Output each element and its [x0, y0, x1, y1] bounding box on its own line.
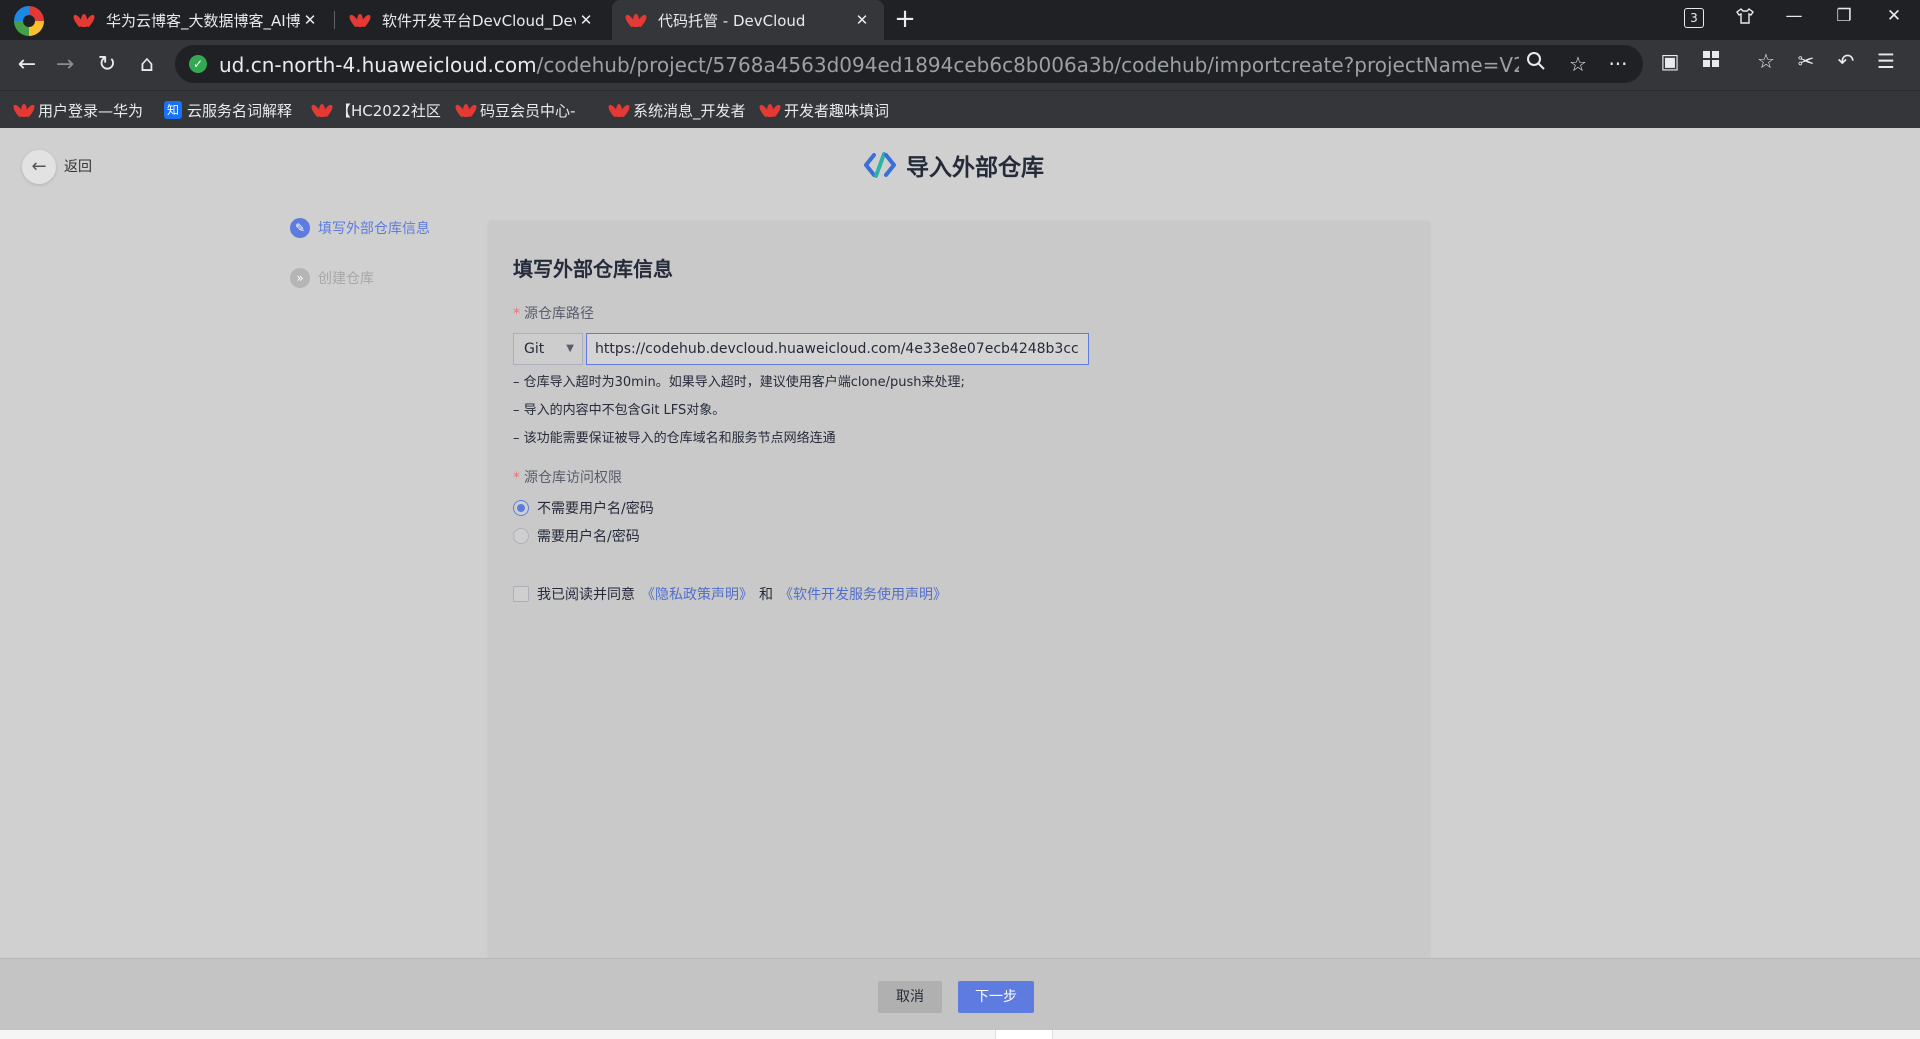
agree-and-text: 和	[759, 587, 773, 603]
action-footer: 取消 下一步	[0, 958, 1920, 1030]
bookmark-label: 用户登录—华为	[38, 101, 144, 120]
star-bookmark-icon[interactable]: ☆	[1565, 51, 1591, 77]
agree-text: 我已阅读并同意	[537, 587, 635, 603]
status-divider	[995, 1030, 1053, 1039]
address-bar: ← → ↻ ⌂ ✓ ud.cn-north-4.huaweicloud.com/…	[0, 40, 1920, 90]
reading-mode-icon[interactable]: ▣	[1656, 47, 1684, 75]
home-icon[interactable]: ⌂	[130, 48, 164, 82]
radio-label: 需要用户名/密码	[537, 529, 640, 545]
radio-need-credentials[interactable]: 需要用户名/密码	[513, 526, 640, 546]
tab-title: 软件开发平台DevCloud_Dev	[382, 11, 576, 30]
hint-lfs: – 导入的内容中不包含Git LFS对象。	[513, 403, 726, 418]
bookmark-label: 系统消息_开发者	[633, 101, 746, 120]
bookmark-label: 【HC2022社区	[336, 101, 441, 120]
bookmark-label: 码豆会员中心-	[480, 101, 576, 120]
step-fill-info[interactable]: ✎ 填写外部仓库信息	[290, 218, 430, 238]
browser-tab-bar: 华为云博客_大数据博客_AI博 ✕ 软件开发平台DevCloud_Dev ✕ 代…	[0, 0, 1920, 40]
next-step-button[interactable]: 下一步	[958, 981, 1034, 1013]
agree-checkbox[interactable]	[513, 586, 529, 602]
huawei-logo-icon	[623, 12, 649, 28]
bookmark-item[interactable]: 系统消息_开发者	[606, 99, 746, 121]
tab-title: 华为云博客_大数据博客_AI博	[106, 11, 300, 30]
page-title: 导入外部仓库	[906, 155, 1044, 181]
bookmark-item[interactable]: 用户登录—华为	[11, 99, 144, 121]
url-text[interactable]: ud.cn-north-4.huaweicloud.com/codehub/pr…	[219, 53, 1519, 77]
vcs-type-select[interactable]: Git ▼	[513, 333, 583, 365]
back-label[interactable]: 返回	[64, 156, 92, 176]
scissors-icon[interactable]: ✂	[1792, 47, 1820, 75]
tab-title: 代码托管 - DevCloud	[658, 11, 806, 30]
pencil-icon: ✎	[290, 218, 310, 238]
devcloud-logo-icon	[864, 152, 896, 178]
huawei-logo-icon	[71, 12, 97, 28]
apps-grid-icon[interactable]	[1697, 47, 1725, 75]
tab-blog[interactable]: 华为云博客_大数据博客_AI博 ✕	[60, 0, 332, 40]
restore-icon[interactable]: ❐	[1830, 6, 1858, 26]
back-button[interactable]: ←	[22, 150, 56, 184]
cancel-button[interactable]: 取消	[878, 981, 942, 1013]
bookmark-item[interactable]: 【HC2022社区	[309, 99, 441, 121]
chevron-down-icon: ▼	[566, 343, 574, 354]
required-marker: *	[513, 470, 520, 486]
window-close-icon[interactable]: ✕	[1880, 6, 1908, 26]
new-tab-icon[interactable]: +	[893, 4, 917, 34]
access-label: * 源仓库访问权限	[513, 470, 622, 486]
step-label: 创建仓库	[318, 271, 374, 287]
vcs-type-value: Git	[524, 341, 545, 357]
bookmark-label: 云服务名词解释	[187, 101, 293, 120]
hint-network: – 该功能需要保证被导入的仓库域名和服务节点网络连通	[513, 431, 836, 446]
bookmark-item[interactable]: 码豆会员中心-	[453, 99, 576, 121]
privacy-policy-link[interactable]: 《隐私政策声明》	[641, 584, 753, 604]
forward-icon: »	[290, 268, 310, 288]
url-omnibox[interactable]: ✓ ud.cn-north-4.huaweicloud.com/codehub/…	[175, 45, 1643, 83]
zhihu-logo-icon: 知	[164, 101, 182, 119]
form-section-title: 填写外部仓库信息	[513, 257, 673, 281]
forward-arrow-icon[interactable]: →	[48, 48, 82, 82]
radio-button[interactable]	[513, 528, 529, 544]
agreement-row: 我已阅读并同意 《隐私政策声明》 和 《软件开发服务使用声明》	[513, 584, 953, 604]
radio-no-credentials[interactable]: 不需要用户名/密码	[513, 498, 654, 518]
step-create-repo: » 创建仓库	[290, 268, 374, 288]
step-label: 填写外部仓库信息	[318, 221, 430, 237]
tab-divider	[334, 11, 335, 29]
tab-codehub[interactable]: 代码托管 - DevCloud ✕	[612, 0, 884, 40]
zoom-search-icon[interactable]	[1523, 51, 1549, 77]
shirt-icon[interactable]	[1731, 6, 1759, 31]
close-icon[interactable]: ✕	[576, 11, 596, 29]
required-marker: *	[513, 306, 520, 322]
page-content: ← 返回 导入外部仓库 ✎ 填写外部仓库信息 » 创建仓库 填写外部仓库信息 *…	[0, 128, 1920, 1039]
bookmark-item[interactable]: 知 云服务名词解释	[164, 99, 292, 121]
import-form-card: 填写外部仓库信息 *源仓库路径 Git ▼ – 仓库导入超时为30min。如果导…	[489, 221, 1429, 1039]
hint-timeout: – 仓库导入超时为30min。如果导入超时，建议使用客户端clone/push来…	[513, 375, 965, 390]
huawei-logo-icon	[453, 102, 479, 118]
more-dots-icon[interactable]: ···	[1605, 51, 1631, 77]
reload-icon[interactable]: ↻	[90, 48, 124, 82]
tab-devcloud[interactable]: 软件开发平台DevCloud_Dev ✕	[336, 0, 608, 40]
repo-url-input[interactable]	[586, 333, 1089, 365]
huawei-logo-icon	[347, 12, 373, 28]
close-icon[interactable]: ✕	[300, 11, 320, 29]
close-icon[interactable]: ✕	[852, 11, 872, 29]
huawei-logo-icon	[309, 102, 335, 118]
status-strip	[0, 1030, 1920, 1039]
bookmarks-bar: 用户登录—华为 知 云服务名词解释 【HC2022社区 码豆会员中心- 系统消息…	[0, 90, 1920, 128]
radio-label: 不需要用户名/密码	[537, 501, 654, 517]
source-path-label: * 源仓库路径	[513, 306, 594, 322]
huawei-logo-icon	[11, 102, 37, 118]
back-arrow-icon[interactable]: ←	[10, 48, 44, 82]
radio-button[interactable]	[513, 500, 529, 516]
service-terms-link[interactable]: 《软件开发服务使用声明》	[779, 584, 947, 604]
browser-logo-icon[interactable]	[14, 6, 44, 36]
secure-lock-icon[interactable]: ✓	[189, 55, 207, 73]
favorites-list-icon[interactable]: ☆	[1752, 47, 1780, 75]
undo-icon[interactable]: ↶	[1832, 47, 1860, 75]
page-header: 导入外部仓库	[864, 148, 1044, 182]
tab-count-badge[interactable]: 3	[1684, 8, 1704, 28]
minimize-icon[interactable]: —	[1780, 6, 1808, 26]
huawei-logo-icon	[757, 102, 783, 118]
bookmark-label: 开发者趣味填词	[784, 101, 890, 120]
bookmark-item[interactable]: 开发者趣味填词	[757, 99, 890, 121]
huawei-logo-icon	[606, 102, 632, 118]
menu-icon[interactable]: ☰	[1872, 47, 1900, 75]
